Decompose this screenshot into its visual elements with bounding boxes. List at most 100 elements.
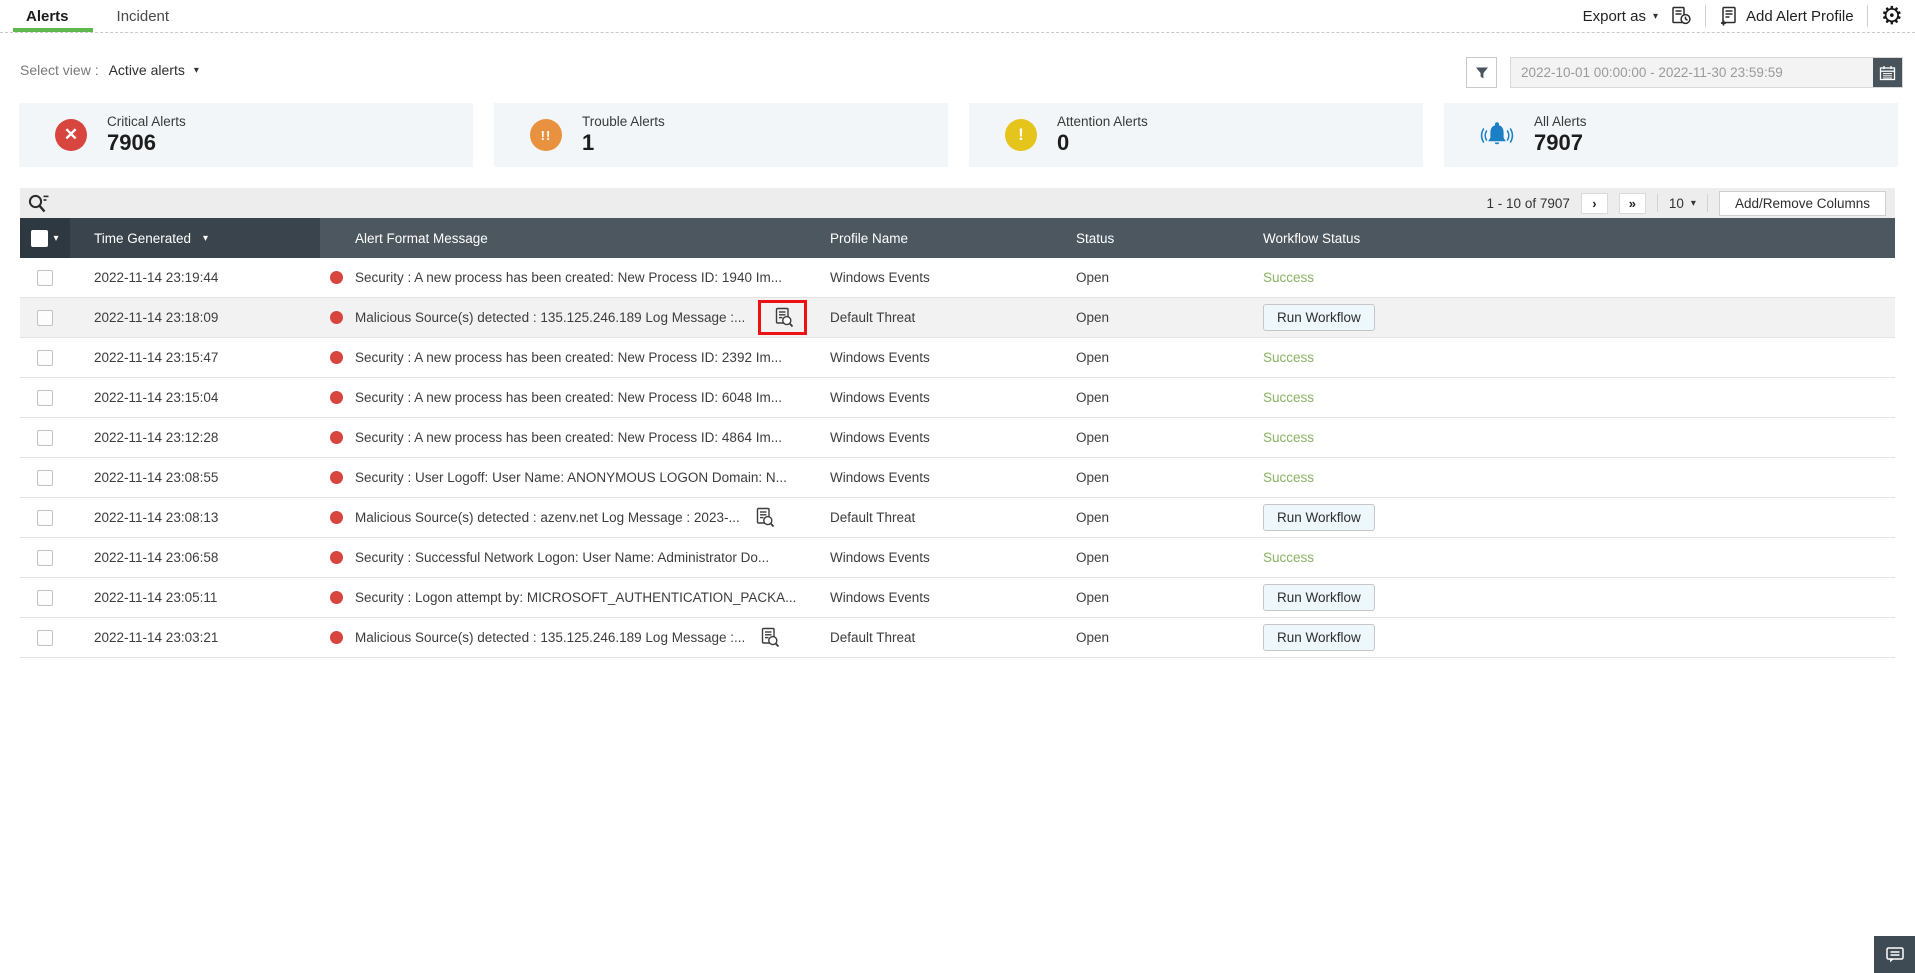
critical-x-circle-icon: ✕	[55, 119, 87, 151]
status-cell: Open	[1076, 310, 1110, 325]
row-checkbox[interactable]	[37, 429, 53, 446]
view-log-icon[interactable]	[760, 627, 780, 648]
tab-incident[interactable]: Incident	[111, 0, 176, 32]
add-remove-columns-button[interactable]: Add/Remove Columns	[1718, 190, 1886, 216]
table-row[interactable]: 2022-11-14 23:15:47 Security : A new pro…	[20, 338, 1895, 378]
row-checkbox[interactable]	[37, 589, 53, 606]
view-log-icon[interactable]	[774, 307, 794, 328]
workflow-status-cell: Success	[1253, 550, 1895, 565]
view-dropdown[interactable]: Active alerts ▾	[109, 62, 199, 78]
column-header-workflow-status[interactable]: Workflow Status	[1253, 218, 1895, 258]
workflow-status-cell: Success	[1253, 390, 1895, 405]
workflow-success-label: Success	[1263, 270, 1315, 285]
row-checkbox[interactable]	[37, 269, 53, 286]
severity-dot-icon	[330, 631, 343, 644]
table-row[interactable]: 2022-11-14 23:15:04 Security : A new pro…	[20, 378, 1895, 418]
workflow-status-cell: Run Workflow	[1253, 624, 1895, 651]
alert-message-text: Security : A new process has been create…	[355, 430, 782, 445]
next-page-button[interactable]: ›	[1580, 192, 1608, 214]
alert-message-text: Security : User Logoff: User Name: ANONY…	[355, 470, 787, 485]
status-cell: Open	[1076, 350, 1110, 365]
row-checkbox[interactable]	[37, 549, 53, 566]
card-value: 7906	[107, 130, 156, 155]
add-alert-profile-button[interactable]: Add Alert Profile	[1719, 6, 1854, 26]
export-as-button[interactable]: Export as ▾	[1583, 8, 1658, 25]
alert-message-cell: Malicious Source(s) detected : 135.125.2…	[320, 300, 820, 335]
select-view-label: Select view :	[20, 62, 99, 78]
page-size-dropdown[interactable]: 10 ▾	[1669, 196, 1696, 211]
calendar-button[interactable]	[1873, 58, 1902, 87]
column-header-status[interactable]: Status	[1066, 218, 1253, 258]
divider	[1866, 5, 1868, 27]
table-header: ▾ Time Generated ▾ Alert Format Message …	[20, 218, 1895, 258]
view-log-icon[interactable]	[755, 507, 775, 528]
time-generated-cell: 2022-11-14 23:12:28	[94, 430, 219, 445]
main-tabs: Alerts Incident	[13, 0, 176, 32]
column-header-time-generated[interactable]: Time Generated ▾	[70, 218, 320, 258]
table-row[interactable]: 2022-11-14 23:08:13 Malicious Source(s) …	[20, 498, 1895, 538]
filter-button[interactable]	[1466, 57, 1497, 88]
summary-card-trouble[interactable]: !! Trouble Alerts 1	[494, 103, 948, 167]
severity-dot-icon	[330, 511, 343, 524]
card-label: All Alerts	[1534, 114, 1587, 129]
table-row[interactable]: 2022-11-14 23:03:21 Malicious Source(s) …	[20, 618, 1895, 658]
summary-cards: ✕ Critical Alerts 7906 !! Trouble Alerts…	[19, 103, 1898, 167]
profile-name-cell: Windows Events	[830, 350, 930, 365]
trouble-double-exclamation-icon: !!	[530, 119, 562, 151]
row-checkbox[interactable]	[37, 629, 53, 646]
row-checkbox[interactable]	[37, 389, 53, 406]
row-checkbox[interactable]	[37, 309, 53, 326]
run-workflow-button[interactable]: Run Workflow	[1263, 584, 1375, 611]
profile-name-cell: Windows Events	[830, 550, 930, 565]
table-row[interactable]: 2022-11-14 23:05:11 Security : Logon att…	[20, 578, 1895, 618]
card-value: 7907	[1534, 130, 1583, 155]
topbar-actions: Export as ▾ Add Alert Profile ⚙	[1583, 3, 1903, 29]
view-selector: Select view : Active alerts ▾	[20, 62, 199, 78]
workflow-status-cell: Success	[1253, 430, 1895, 445]
profile-name-cell: Windows Events	[830, 470, 930, 485]
alert-message-cell: Security : User Logoff: User Name: ANONY…	[320, 470, 820, 485]
status-cell: Open	[1076, 510, 1110, 525]
table-row[interactable]: 2022-11-14 23:08:55 Security : User Logo…	[20, 458, 1895, 498]
table-row[interactable]: 2022-11-14 23:06:58 Security : Successfu…	[20, 538, 1895, 578]
export-history-button[interactable]	[1671, 6, 1692, 26]
last-page-button[interactable]: »	[1618, 192, 1646, 214]
column-header-profile-name[interactable]: Profile Name	[820, 218, 1066, 258]
run-workflow-button[interactable]: Run Workflow	[1263, 624, 1375, 651]
export-as-label: Export as	[1582, 7, 1646, 25]
attention-exclamation-icon: !	[1005, 119, 1037, 151]
tab-alerts[interactable]: Alerts	[13, 0, 92, 32]
workflow-status-cell: Run Workflow	[1253, 504, 1895, 531]
select-all-checkbox[interactable]	[31, 229, 49, 247]
status-cell: Open	[1076, 630, 1110, 645]
alert-message-cell: Malicious Source(s) detected : 135.125.2…	[320, 627, 820, 648]
alert-message-cell: Security : Logon attempt by: MICROSOFT_A…	[320, 590, 820, 605]
annotation-highlight-box	[758, 300, 808, 335]
divider	[1705, 5, 1707, 27]
advanced-search-button[interactable]	[27, 193, 51, 214]
checkbox-menu-chevron-icon[interactable]: ▾	[53, 233, 58, 244]
table-row[interactable]: 2022-11-14 23:18:09 Malicious Source(s) …	[20, 298, 1895, 338]
feedback-chat-button[interactable]	[1874, 936, 1915, 973]
date-range-input[interactable]	[1510, 57, 1903, 88]
pagination: 1 - 10 of 7907 › » 10 ▾ Add/Remove Colum…	[1487, 190, 1886, 216]
summary-card-critical[interactable]: ✕ Critical Alerts 7906	[19, 103, 473, 167]
add-alert-profile-label: Add Alert Profile	[1746, 7, 1854, 25]
row-checkbox[interactable]	[37, 349, 53, 366]
divider	[1656, 194, 1658, 212]
alert-message-cell: Security : A new process has been create…	[320, 270, 820, 285]
row-checkbox[interactable]	[37, 469, 53, 486]
summary-card-all[interactable]: All Alerts 7907	[1444, 103, 1898, 167]
summary-card-attention[interactable]: ! Attention Alerts 0	[969, 103, 1423, 167]
row-checkbox[interactable]	[37, 509, 53, 526]
top-bar: Alerts Incident Export as ▾ Add Alert Pr…	[0, 0, 1915, 33]
run-workflow-button[interactable]: Run Workflow	[1263, 304, 1375, 331]
settings-gear-icon[interactable]: ⚙	[1881, 3, 1903, 29]
workflow-status-cell: Success	[1253, 350, 1895, 365]
run-workflow-button[interactable]: Run Workflow	[1263, 504, 1375, 531]
table-row[interactable]: 2022-11-14 23:19:44 Security : A new pro…	[20, 258, 1895, 298]
table-body: 2022-11-14 23:19:44 Security : A new pro…	[20, 258, 1895, 658]
column-header-alert-format-message[interactable]: Alert Format Message	[320, 218, 820, 258]
table-row[interactable]: 2022-11-14 23:12:28 Security : A new pro…	[20, 418, 1895, 458]
workflow-success-label: Success	[1263, 350, 1315, 365]
